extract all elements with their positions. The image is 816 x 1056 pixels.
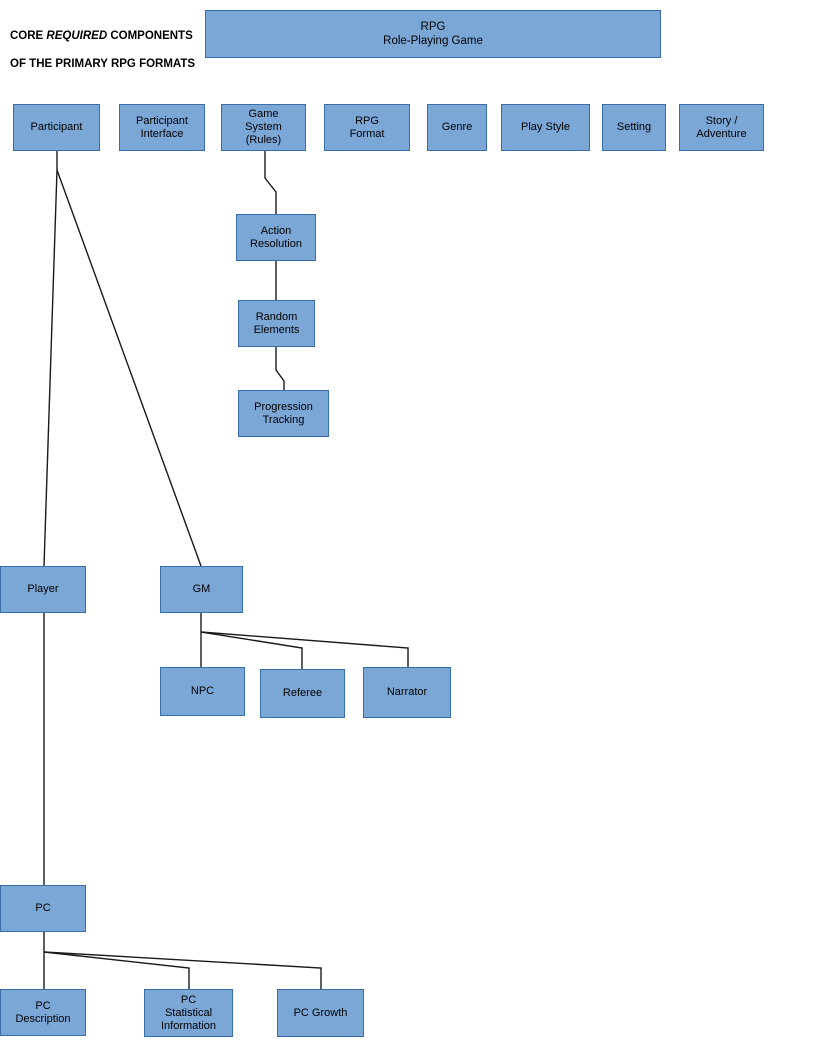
node-label-rpg: RPG Role-Playing Game — [383, 21, 483, 47]
node-setting[interactable]: Setting — [602, 104, 666, 151]
node-participant[interactable]: Participant — [13, 104, 100, 151]
edge-participant-to-gm — [56, 169, 202, 567]
node-rpg[interactable]: RPG Role-Playing Game — [205, 10, 661, 58]
node-label-rpg_format: RPG Format — [349, 114, 385, 140]
node-player[interactable]: Player — [0, 566, 86, 613]
connector-lines — [43, 151, 409, 989]
node-label-pc_stats: PC Statistical Information — [160, 993, 217, 1032]
node-pc_stats[interactable]: PC Statistical Information — [144, 989, 233, 1037]
edge-gm-to-narrator — [200, 631, 409, 667]
caption-line2: OF THE PRIMARY RPG FORMATS — [10, 58, 196, 70]
edge-game_system-to-action_res — [264, 151, 277, 214]
caption-line1-emphasis: REQUIRED — [46, 30, 108, 42]
node-participant_if[interactable]: Participant Interface — [119, 104, 205, 151]
node-pc[interactable]: PC — [0, 885, 86, 932]
node-label-npc: NPC — [190, 685, 215, 697]
node-label-pc: PC — [35, 902, 51, 914]
node-label-participant: Participant — [30, 121, 83, 133]
node-progression[interactable]: Progression Tracking — [238, 390, 329, 437]
node-label-pc_desc: PC Description — [15, 999, 71, 1025]
edge-participant-to-player — [43, 151, 58, 567]
node-label-story: Story / Adventure — [696, 114, 747, 140]
node-random_el[interactable]: Random Elements — [238, 300, 315, 347]
caption-line1-before: CORE — [10, 30, 47, 42]
edge-random_el-to-progression — [275, 347, 285, 390]
node-action_res[interactable]: Action Resolution — [236, 214, 316, 261]
node-label-player: Player — [27, 583, 59, 595]
node-story[interactable]: Story / Adventure — [679, 104, 764, 151]
edge-pc-to-pc_growth — [43, 951, 322, 989]
diagram-caption: CORE REQUIRED COMPONENTS OF THE PRIMARY … — [10, 15, 200, 71]
node-genre[interactable]: Genre — [427, 104, 487, 151]
node-label-genre: Genre — [441, 121, 473, 133]
node-gm[interactable]: GM — [160, 566, 243, 613]
node-label-setting: Setting — [616, 121, 652, 133]
node-pc_desc[interactable]: PC Description — [0, 989, 86, 1036]
node-pc_growth[interactable]: PC Growth — [277, 989, 364, 1037]
node-label-action_res: Action Resolution — [250, 224, 302, 250]
node-label-progression: Progression Tracking — [254, 400, 313, 426]
edge-pc-to-pc_stats — [43, 951, 190, 989]
node-label-play_style: Play Style — [521, 121, 570, 133]
edge-gm-to-referee — [200, 631, 303, 669]
node-label-participant_if: Participant Interface — [136, 114, 188, 140]
node-game_system[interactable]: Game System (Rules) — [221, 104, 306, 151]
node-narrator[interactable]: Narrator — [363, 667, 451, 718]
node-npc[interactable]: NPC — [160, 667, 245, 716]
node-referee[interactable]: Referee — [260, 669, 345, 718]
diagram-canvas: CORE REQUIRED COMPONENTS OF THE PRIMARY … — [0, 0, 816, 1056]
node-rpg_format[interactable]: RPG Format — [324, 104, 410, 151]
node-label-pc_growth: PC Growth — [293, 1006, 348, 1019]
node-label-narrator: Narrator — [386, 686, 428, 698]
node-label-referee: Referee — [282, 687, 323, 699]
caption-line1-after: COMPONENTS — [107, 30, 193, 42]
node-label-random_el: Random Elements — [253, 310, 300, 336]
node-label-gm: GM — [192, 583, 211, 595]
node-play_style[interactable]: Play Style — [501, 104, 590, 151]
node-label-game_system: Game System (Rules) — [245, 108, 282, 146]
